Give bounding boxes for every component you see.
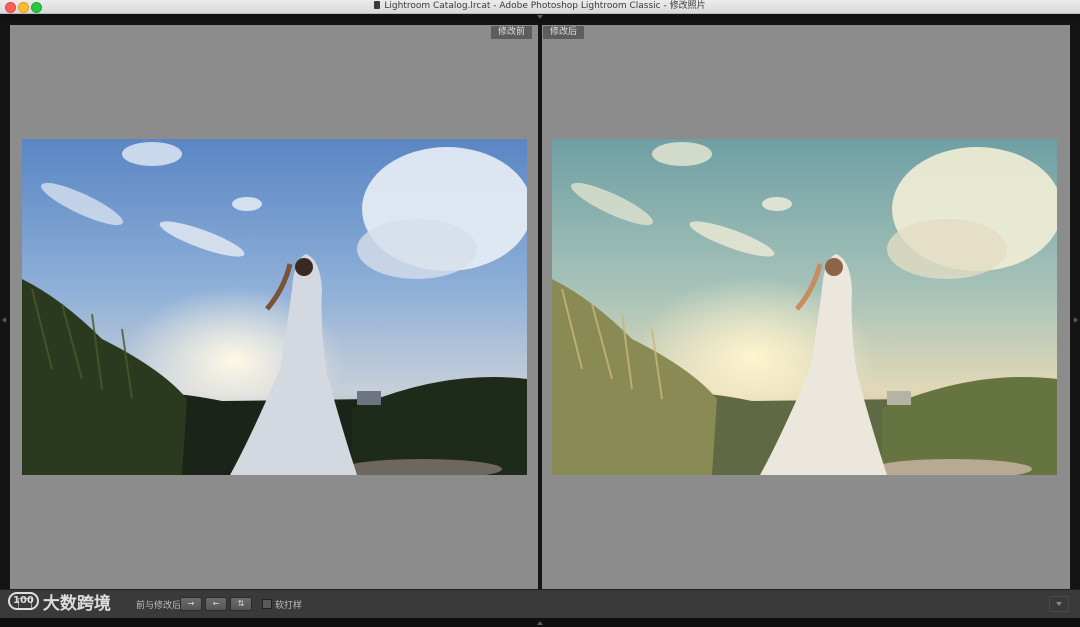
top-panel-toggle-arrow-icon[interactable]: [537, 15, 543, 19]
before-label: 修改前: [490, 26, 532, 39]
before-photo[interactable]: [22, 139, 527, 475]
before-after-label: 前与修改后:: [136, 601, 185, 611]
copy-after-to-before-button[interactable]: ←: [205, 597, 227, 611]
softproof-checkbox[interactable]: [262, 599, 272, 609]
after-photo[interactable]: [552, 139, 1057, 475]
before-view-panel: 修改前: [10, 25, 538, 589]
right-panel-toggle-arrow-icon[interactable]: [1074, 317, 1078, 323]
after-photo-image: [552, 139, 1057, 475]
watermark-badge: 100: [8, 592, 39, 610]
softproof-label: 软打样: [275, 601, 303, 611]
after-label: 修改后: [543, 26, 585, 39]
watermark: 100 大数跨境: [8, 592, 111, 616]
copy-before-to-after-button[interactable]: →: [180, 597, 202, 611]
document-icon: [374, 1, 381, 9]
compare-toolbar: 前与修改后: → ← ⇅ 软打样: [0, 589, 1080, 618]
window-title-container: Lightroom Catalog.lrcat - Adobe Photosho…: [0, 0, 1080, 13]
before-photo-image: [22, 139, 527, 475]
chevron-down-icon: [1056, 602, 1062, 606]
bottom-panel-toggle-arrow-icon[interactable]: [537, 621, 543, 625]
after-view-panel: 修改后: [542, 25, 1070, 589]
window-title: Lightroom Catalog.lrcat - Adobe Photosho…: [384, 1, 706, 11]
toolbar-options-dropdown[interactable]: [1049, 596, 1069, 612]
watermark-text: 大数跨境: [42, 594, 111, 614]
left-panel-toggle-arrow-icon[interactable]: [2, 317, 6, 323]
window-titlebar: Lightroom Catalog.lrcat - Adobe Photosho…: [0, 0, 1080, 14]
swap-before-after-button[interactable]: ⇅: [230, 597, 252, 611]
